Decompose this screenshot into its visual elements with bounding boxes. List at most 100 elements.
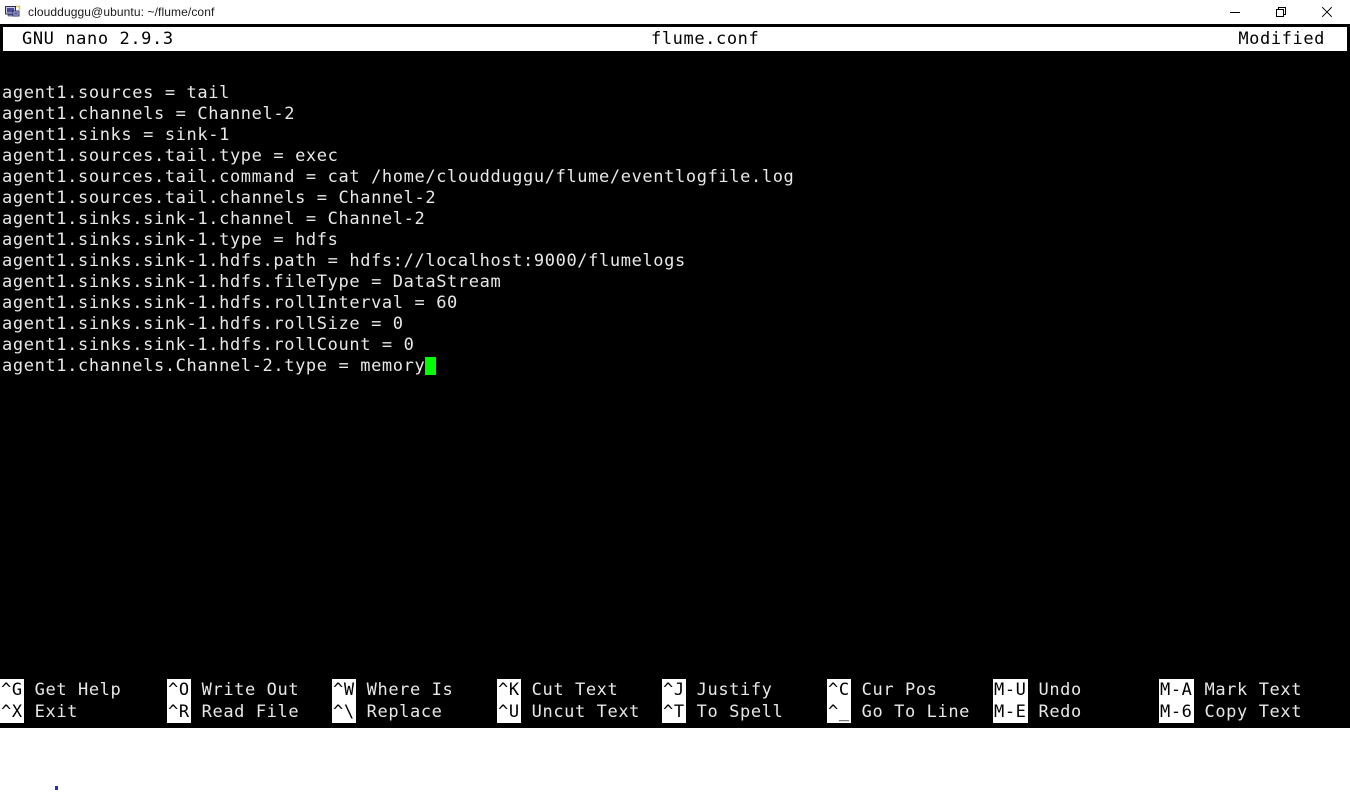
shortcut-key: ^W [332,679,356,701]
editor-line-text: agent1.sinks.sink-1.hdfs.path = hdfs://l… [2,251,686,271]
shortcut-label: Undo [1038,680,1082,700]
shortcut-key: ^G [0,679,24,701]
putty-terminal-icon [5,4,21,20]
shortcut-column: M-A Mark Text M-6 Copy Text [1159,679,1302,723]
shortcut-label: Cur Pos [861,680,938,700]
nano-header-bar: GNU nano 2.9.3 flume.conf Modified [0,27,1350,51]
close-icon[interactable] [1304,0,1350,24]
shortcut-key: ^\ [332,701,356,723]
shortcut-label: Exit [34,702,79,722]
terminal-window: cloudduggu@ubuntu: ~/flume/conf GNU nano… [0,0,1350,793]
shortcut-item[interactable]: M-E Redo [993,701,1082,723]
window-title-bar: cloudduggu@ubuntu: ~/flume/conf [0,0,1350,24]
shortcut-column: ^K Cut Text ^U Uncut Text [497,679,640,723]
editor-line: agent1.sinks.sink-1.hdfs.rollSize = 0 [0,314,1350,335]
shortcut-item[interactable]: ^W Where Is [332,679,453,701]
shortcut-key: ^C [827,679,851,701]
editor-line-text: agent1.sources.tail.channels = Channel-2 [2,188,437,208]
window-controls [1212,0,1350,24]
shortcut-label: Redo [1038,702,1082,722]
editor-line-text: agent1.channels = Channel-2 [2,104,296,124]
terminal-screen[interactable]: GNU nano 2.9.3 flume.conf Modified agent… [0,24,1350,728]
shortcut-column: ^O Write Out ^R Read File [167,679,299,723]
shortcut-label: To Spell [696,702,784,722]
editor-line-text: agent1.sources.tail.type = exec [2,146,339,166]
shortcut-label: Uncut Text [531,702,641,722]
editor-line-text: agent1.sources = tail [2,83,230,103]
shortcut-column: ^J Justify ^T To Spell [662,679,783,723]
shortcut-key: ^J [662,679,686,701]
editor-text-area[interactable]: agent1.sources = tail agent1.channels = C… [0,83,1350,377]
editor-line-text: agent1.channels.Channel-2.type = memory [2,356,426,376]
shortcut-item[interactable]: ^J Justify [662,679,783,701]
shortcut-label: Where Is [366,680,454,700]
shortcut-label: Replace [366,702,443,722]
taskbar-indicator-dot [55,786,58,790]
shortcut-item[interactable]: ^_ Go To Line [827,701,970,723]
editor-line: agent1.sources = tail [0,83,1350,104]
shortcut-key: M-A [1159,679,1194,701]
nano-shortcut-bar: ^G Get Help ^X Exit ^O Write Out ^R Read File ^W… [0,679,1350,725]
editor-line-text: agent1.sinks.sink-1.hdfs.fileType = Data… [2,272,502,292]
editor-line: agent1.sources.tail.command = cat /home/… [0,167,1350,188]
nano-version: GNU nano 2.9.3 [22,29,174,49]
shortcut-key: ^T [662,701,686,723]
editor-line: agent1.sinks.sink-1.hdfs.path = hdfs://l… [0,251,1350,272]
shortcut-column: ^C Cur Pos ^_ Go To Line [827,679,970,723]
shortcut-key: M-E [993,701,1028,723]
shortcut-column: ^W Where Is ^\ Replace [332,679,453,723]
editor-line-text: agent1.sinks = sink-1 [2,125,230,145]
shortcut-label: Write Out [201,680,300,700]
editor-line-text: agent1.sinks.sink-1.hdfs.rollInterval = … [2,293,458,313]
nano-modified-status: Modified [1238,29,1325,49]
text-cursor [425,357,437,375]
shortcut-label: Get Help [34,680,122,700]
shortcut-label: Go To Line [861,702,971,722]
shortcut-key: ^X [0,701,24,723]
editor-line: agent1.sources.tail.channels = Channel-2 [0,188,1350,209]
editor-line: agent1.sinks.sink-1.channel = Channel-2 [0,209,1350,230]
shortcut-column: ^G Get Help ^X Exit [0,679,121,723]
shortcut-item[interactable]: ^T To Spell [662,701,783,723]
shortcut-label: Justify [696,680,773,700]
shortcut-item[interactable]: ^U Uncut Text [497,701,640,723]
shortcut-item[interactable]: ^G Get Help [0,679,121,701]
shortcut-key: ^U [497,701,521,723]
restore-icon[interactable] [1258,0,1304,24]
shortcut-label: Mark Text [1204,680,1303,700]
editor-line-text: agent1.sinks.sink-1.hdfs.rollCount = 0 [2,335,415,355]
editor-line: agent1.sinks.sink-1.hdfs.fileType = Data… [0,272,1350,293]
shortcut-label: Read File [201,702,300,722]
shortcut-key: M-6 [1159,701,1194,723]
editor-line-text: agent1.sinks.sink-1.hdfs.rollSize = 0 [2,314,404,334]
shortcut-item[interactable]: ^O Write Out [167,679,299,701]
editor-line: agent1.sinks.sink-1.hdfs.rollCount = 0 [0,335,1350,356]
shortcut-item[interactable]: ^X Exit [0,701,121,723]
editor-line: agent1.channels.Channel-2.type = memory [0,356,1350,377]
shortcut-key: ^_ [827,701,851,723]
shortcut-item[interactable]: ^K Cut Text [497,679,640,701]
editor-line: agent1.sinks.sink-1.type = hdfs [0,230,1350,251]
nano-filename: flume.conf [651,29,760,49]
shortcut-key: ^R [167,701,191,723]
editor-line-text: agent1.sinks.sink-1.type = hdfs [2,230,339,250]
shortcut-item[interactable]: M-U Undo [993,679,1082,701]
shortcut-label: Copy Text [1204,702,1303,722]
editor-line-text: agent1.sources.tail.command = cat /home/… [2,167,795,187]
shortcut-column: M-U Undo M-E Redo [993,679,1082,723]
shortcut-item[interactable]: ^\ Replace [332,701,453,723]
editor-line: agent1.sources.tail.type = exec [0,146,1350,167]
editor-line-text: agent1.sinks.sink-1.channel = Channel-2 [2,209,426,229]
shortcut-item[interactable]: M-6 Copy Text [1159,701,1302,723]
shortcut-item[interactable]: ^C Cur Pos [827,679,970,701]
minimize-icon[interactable] [1212,0,1258,24]
editor-line: agent1.sinks.sink-1.hdfs.rollInterval = … [0,293,1350,314]
shortcut-item[interactable]: M-A Mark Text [1159,679,1302,701]
shortcut-key: ^K [497,679,521,701]
shortcut-key: ^O [167,679,191,701]
shortcut-key: M-U [993,679,1028,701]
shortcut-item[interactable]: ^R Read File [167,701,299,723]
editor-line: agent1.channels = Channel-2 [0,104,1350,125]
window-title: cloudduggu@ubuntu: ~/flume/conf [28,5,215,19]
shortcut-label: Cut Text [531,680,619,700]
